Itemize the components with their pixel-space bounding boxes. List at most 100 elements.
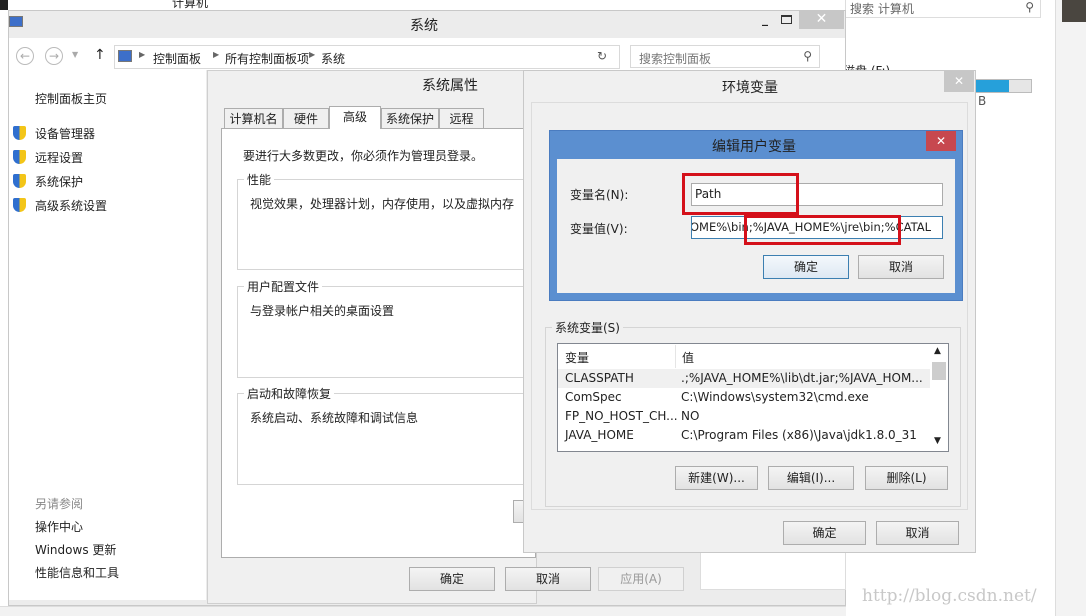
env-ok-button[interactable]: 确定 <box>783 521 866 545</box>
startup-recovery-text: 系统启动、系统故障和调试信息 <box>250 411 419 425</box>
refresh-button[interactable]: ↻ <box>597 49 607 63</box>
bottom-strip <box>0 606 846 616</box>
bg-search-box[interactable]: 搜索 计算机 ⚲ <box>845 0 1041 18</box>
highlight-box-value <box>744 215 901 245</box>
edit-dialog-title: 编辑用户变量 <box>712 139 796 155</box>
right-dark-strip <box>1062 0 1086 22</box>
chevron-right-icon: ▶ <box>139 50 146 59</box>
watermark: http://blog.csdn.net/ <box>862 586 1037 606</box>
scroll-thumb[interactable] <box>932 362 946 380</box>
scroll-down-icon[interactable]: ▼ <box>934 436 941 446</box>
var-name: CLASSPATH <box>565 371 634 385</box>
table-row[interactable]: CLASSPATH .;%JAVA_HOME%\lib\dt.jar;%JAVA_… <box>558 369 930 388</box>
history-dropdown-icon[interactable]: ▼ <box>72 50 78 59</box>
link-performance-tools[interactable]: 性能信息和工具 <box>35 564 119 581</box>
env-dialog-title: 环境变量 <box>722 80 778 96</box>
highlight-box-name <box>682 173 799 215</box>
var-name: JAVA_HOME <box>565 428 634 442</box>
var-name: FP_NO_HOST_CH... <box>565 409 678 423</box>
edit-close-button[interactable]: ✕ <box>926 131 956 151</box>
group-label: 启动和故障恢复 <box>244 385 335 402</box>
link-windows-update[interactable]: Windows 更新 <box>35 541 116 558</box>
var-value: .;%JAVA_HOME%\lib\dt.jar;%JAVA_HOM... <box>681 371 923 385</box>
edit-variable-button[interactable]: 编辑(I)... <box>768 466 854 490</box>
sidebar-home-link[interactable]: 控制面板主页 <box>35 90 107 107</box>
user-profiles-group: 用户配置文件 <box>237 278 537 378</box>
apply-button: 应用(A) <box>598 567 684 591</box>
search-icon: ⚲ <box>1025 0 1034 14</box>
shield-icon <box>13 126 26 140</box>
env-close-button[interactable]: ✕ <box>944 71 974 92</box>
address-bar[interactable]: ▶ 控制面板 ▶ 所有控制面板项 ▶ 系统 <box>114 45 620 69</box>
cancel-button[interactable]: 取消 <box>505 567 591 591</box>
table-row[interactable]: JAVA_HOME C:\Program Files (x86)\Java\jdk… <box>558 426 930 445</box>
var-value: C:\Windows\system32\cmd.exe <box>681 390 869 404</box>
up-button[interactable]: ↑ <box>94 47 106 63</box>
delete-variable-button[interactable]: 删除(L) <box>865 466 948 490</box>
close-button[interactable]: ✕ <box>799 10 844 29</box>
right-scroll-strip <box>1055 0 1086 616</box>
tab-remote[interactable]: 远程 <box>439 108 484 129</box>
drive-usage-bar <box>975 79 1032 93</box>
breadcrumb-control-panel[interactable]: 控制面板 <box>153 50 201 67</box>
sidebar-item-device-manager[interactable]: 设备管理器 <box>35 125 95 142</box>
column-header-value[interactable]: 值 <box>682 349 694 366</box>
chevron-right-icon: ▶ <box>213 50 220 59</box>
column-header-variable[interactable]: 变量 <box>565 349 589 366</box>
ok-button[interactable]: 确定 <box>409 567 495 591</box>
tab-protection[interactable]: 系统保护 <box>381 108 439 129</box>
shield-icon <box>13 198 26 212</box>
scroll-up-icon[interactable]: ▲ <box>934 346 941 356</box>
search-placeholder: 搜索控制面板 <box>639 52 712 66</box>
drive-usage-fill <box>976 80 1009 92</box>
shield-icon <box>13 150 26 164</box>
user-profiles-text: 与登录帐户相关的桌面设置 <box>250 304 395 318</box>
table-row[interactable]: ComSpec C:\Windows\system32\cmd.exe <box>558 388 930 407</box>
system-window-title: 系统 <box>410 18 438 34</box>
system-properties-title: 系统属性 <box>422 78 478 94</box>
forward-button[interactable]: → <box>45 47 63 65</box>
search-icon: ⚲ <box>803 49 812 63</box>
bg-search-placeholder: 搜索 计算机 <box>850 2 914 16</box>
group-label: 用户配置文件 <box>244 278 323 295</box>
minimize-button[interactable]: _ <box>755 12 775 28</box>
startup-recovery-group: 启动和故障恢复 <box>237 385 537 485</box>
tab-hardware[interactable]: 硬件 <box>283 108 329 129</box>
sidebar-item-remote[interactable]: 远程设置 <box>35 149 83 166</box>
shield-icon <box>13 174 26 188</box>
list-scrollbar[interactable]: ▲ ▼ <box>930 344 948 451</box>
group-label: 系统变量(S) <box>552 319 623 336</box>
group-label: 性能 <box>244 171 275 188</box>
breadcrumb-all-items[interactable]: 所有控制面板项 <box>225 50 309 67</box>
bg-pane <box>700 552 846 590</box>
breadcrumb-system[interactable]: 系统 <box>321 50 345 67</box>
performance-group: 性能 <box>237 171 537 270</box>
var-name: ComSpec <box>565 390 622 404</box>
edit-cancel-button[interactable]: 取消 <box>858 255 944 279</box>
desktop-edge <box>0 0 8 10</box>
maximize-button[interactable] <box>781 15 792 24</box>
var-value: NO <box>681 409 700 423</box>
sidebar-item-protection[interactable]: 系统保护 <box>35 173 83 190</box>
table-row[interactable]: FP_NO_HOST_CH... NO <box>558 407 930 426</box>
chevron-right-icon: ▶ <box>309 50 316 59</box>
system-app-icon <box>9 16 23 27</box>
new-variable-button[interactable]: 新建(W)... <box>675 466 758 490</box>
drive-size: B <box>978 94 987 108</box>
var-value: C:\Program Files (x86)\Java\jdk1.8.0_31 <box>681 428 917 442</box>
variable-value-label: 变量值(V): <box>570 222 628 236</box>
variable-name-label: 变量名(N): <box>570 188 629 202</box>
admin-note: 要进行大多数更改，你必须作为管理员登录。 <box>243 149 484 163</box>
performance-text: 视觉效果，处理器计划，内存使用，以及虚拟内存 <box>250 197 515 211</box>
computer-icon <box>118 50 132 62</box>
control-panel-search[interactable]: 搜索控制面板 ⚲ <box>630 45 820 68</box>
column-divider <box>675 345 676 368</box>
env-cancel-button[interactable]: 取消 <box>876 521 959 545</box>
edit-ok-button[interactable]: 确定 <box>763 255 849 279</box>
sidebar-item-advanced[interactable]: 高级系统设置 <box>35 197 107 214</box>
tab-computer-name[interactable]: 计算机名 <box>224 108 283 129</box>
back-button[interactable]: ← <box>16 47 34 65</box>
see-also-heading: 另请参阅 <box>35 497 84 511</box>
tab-advanced[interactable]: 高级 <box>329 106 381 129</box>
link-action-center[interactable]: 操作中心 <box>35 518 83 535</box>
